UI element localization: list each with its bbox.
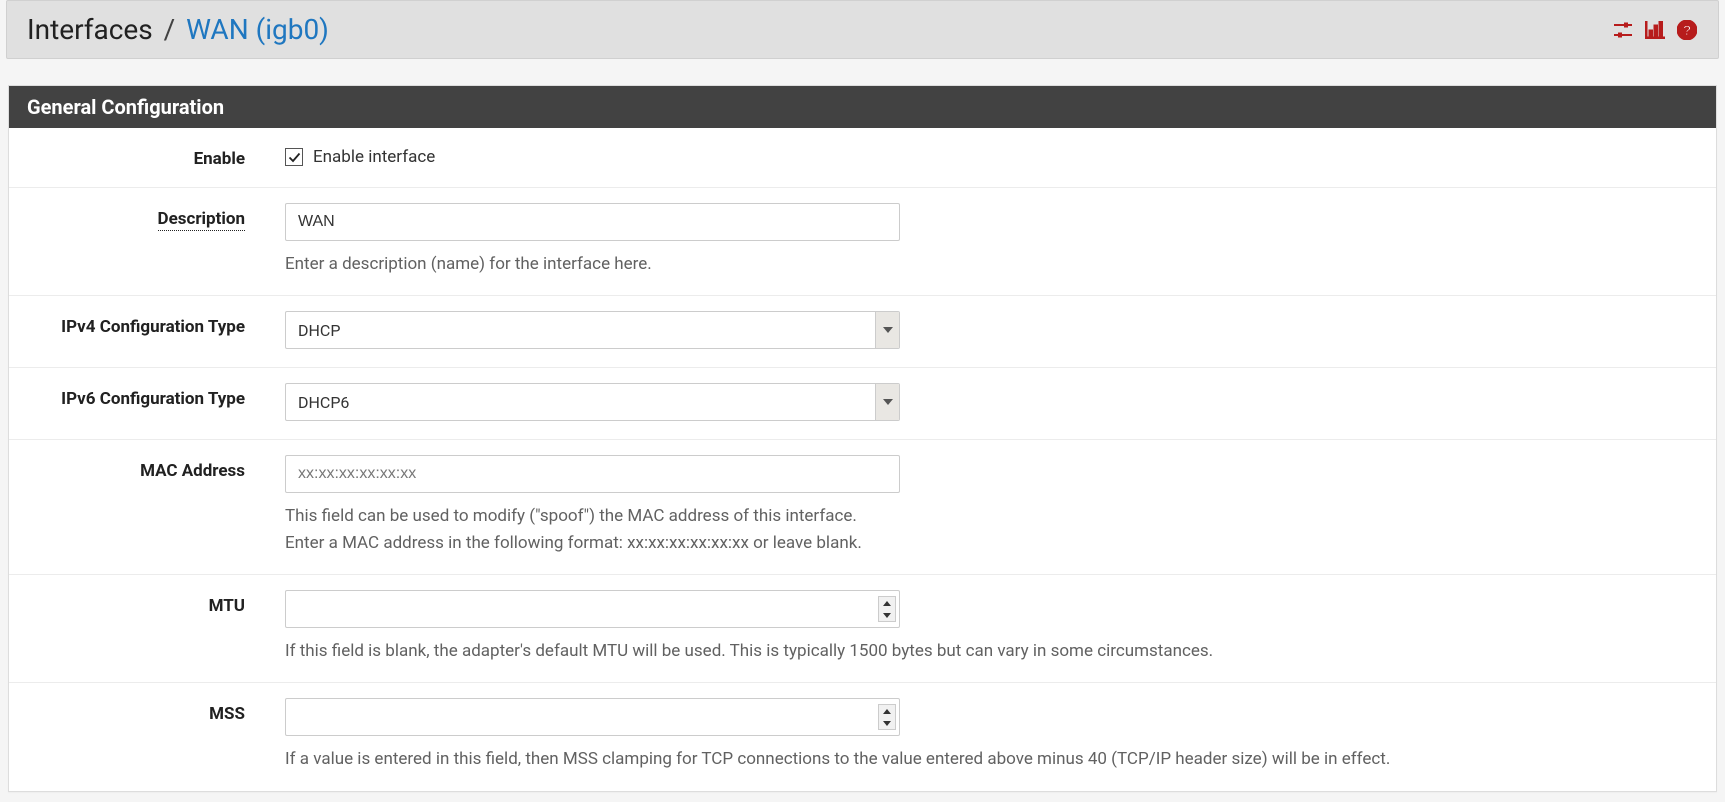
- ipv6-type-value: DHCP6: [286, 387, 875, 418]
- breadcrumb-current[interactable]: WAN (igb0): [186, 13, 329, 46]
- description-input[interactable]: [285, 203, 900, 241]
- row-mss: MSS If a value is entered in this field,…: [9, 683, 1716, 790]
- number-stepper[interactable]: [878, 596, 896, 622]
- label-ipv4-type: IPv4 Configuration Type: [27, 311, 285, 349]
- ipv4-type-select[interactable]: DHCP: [285, 311, 900, 349]
- mtu-help: If this field is blank, the adapter's de…: [285, 638, 1698, 664]
- ipv4-type-value: DHCP: [286, 315, 875, 346]
- page-header: Interfaces / WAN (igb0) ?: [6, 0, 1719, 59]
- row-ipv6-type: IPv6 Configuration Type DHCP6: [9, 368, 1716, 440]
- bar-chart-icon[interactable]: [1644, 19, 1666, 41]
- row-enable: Enable Enable interface: [9, 128, 1716, 188]
- panel-body: Enable Enable interface Description Ente…: [9, 128, 1716, 791]
- row-description: Description Enter a description (name) f…: [9, 188, 1716, 296]
- row-mtu: MTU If this field is blank, the adapter'…: [9, 575, 1716, 683]
- panel-title: General Configuration: [9, 86, 1716, 128]
- description-help: Enter a description (name) for the inter…: [285, 251, 1698, 277]
- mss-input[interactable]: [285, 698, 900, 736]
- mac-address-help: This field can be used to modify ("spoof…: [285, 503, 1698, 556]
- breadcrumb: Interfaces / WAN (igb0): [27, 13, 329, 46]
- label-mss: MSS: [27, 698, 285, 772]
- number-stepper[interactable]: [878, 704, 896, 730]
- sliders-icon[interactable]: [1612, 19, 1634, 41]
- enable-checkbox-label[interactable]: Enable interface: [313, 147, 435, 167]
- help-icon[interactable]: ?: [1676, 19, 1698, 41]
- general-configuration-panel: General Configuration Enable Enable inte…: [8, 85, 1717, 792]
- chevron-up-icon: [879, 597, 895, 609]
- mss-help: If a value is entered in this field, the…: [285, 746, 1698, 772]
- label-ipv6-type: IPv6 Configuration Type: [27, 383, 285, 421]
- label-enable: Enable: [27, 143, 285, 169]
- label-mtu: MTU: [27, 590, 285, 664]
- label-mac-address: MAC Address: [27, 455, 285, 556]
- header-action-icons: ?: [1612, 19, 1698, 41]
- breadcrumb-root[interactable]: Interfaces: [27, 13, 153, 46]
- row-ipv4-type: IPv4 Configuration Type DHCP: [9, 296, 1716, 368]
- chevron-up-icon: [879, 705, 895, 717]
- breadcrumb-separator: /: [164, 13, 176, 46]
- ipv6-type-select[interactable]: DHCP6: [285, 383, 900, 421]
- chevron-down-icon: [875, 312, 899, 348]
- enable-checkbox[interactable]: [285, 148, 303, 166]
- mac-address-input[interactable]: [285, 455, 900, 493]
- svg-text:?: ?: [1683, 22, 1692, 38]
- row-mac-address: MAC Address This field can be used to mo…: [9, 440, 1716, 575]
- chevron-down-icon: [879, 717, 895, 729]
- chevron-down-icon: [879, 609, 895, 621]
- mtu-input[interactable]: [285, 590, 900, 628]
- chevron-down-icon: [875, 384, 899, 420]
- label-description: Description: [27, 203, 285, 277]
